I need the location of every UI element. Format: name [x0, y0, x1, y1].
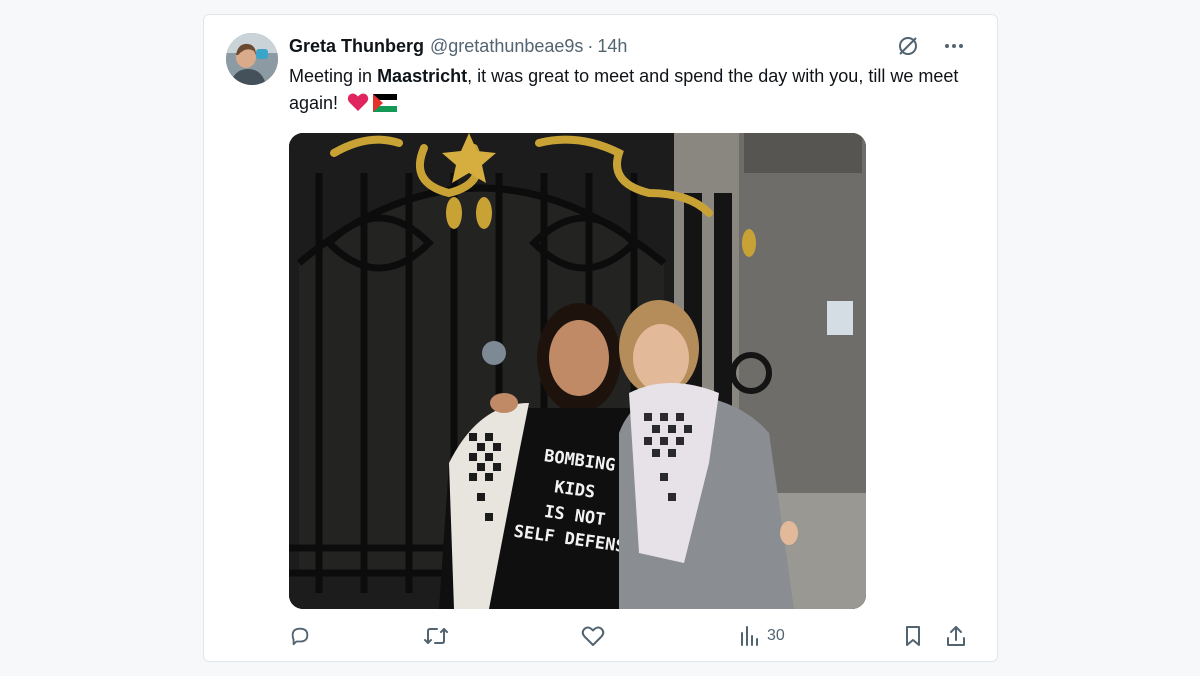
retweet-button[interactable] [423, 623, 449, 649]
avatar[interactable] [226, 33, 278, 85]
tweet-header: Greta Thunberg @gretathunbeae9s · 14h [289, 35, 627, 57]
like-icon [581, 626, 605, 646]
reply-button[interactable] [289, 623, 311, 649]
avatar-image [226, 33, 278, 85]
views-count: 30 [767, 627, 785, 644]
share-button[interactable] [945, 623, 967, 649]
tweet-text-part1: Meeting in [289, 66, 378, 86]
tweet-text: Meeting in Maastricht, it was great to m… [289, 63, 969, 120]
tweet-card[interactable]: Greta Thunberg @gretathunbeae9s · 14h Me… [203, 14, 998, 662]
timestamp[interactable]: 14h [597, 36, 627, 57]
author-handle[interactable]: @gretathunbeae9s [430, 36, 583, 57]
retweet-icon [424, 628, 448, 644]
like-button[interactable] [581, 623, 605, 649]
tweet-text-bold: Maastricht [377, 66, 468, 86]
reply-icon [291, 627, 309, 646]
palestine-flag-icon [373, 93, 398, 120]
share-icon [947, 626, 965, 646]
grok-icon[interactable] [895, 33, 921, 59]
tweet-actions-bar: 30 [289, 623, 967, 649]
bookmark-icon [906, 626, 920, 646]
views-icon [741, 626, 758, 646]
red-heart-icon [347, 92, 369, 120]
bookmark-button[interactable] [903, 623, 923, 649]
views-button[interactable]: 30 [739, 623, 785, 649]
separator-dot: · [587, 35, 594, 56]
more-icon[interactable] [941, 33, 967, 59]
tweet-photo[interactable]: BOMBING KIDS IS NOT SELF DEFENSE [289, 133, 866, 609]
author-name[interactable]: Greta Thunberg [289, 36, 424, 57]
